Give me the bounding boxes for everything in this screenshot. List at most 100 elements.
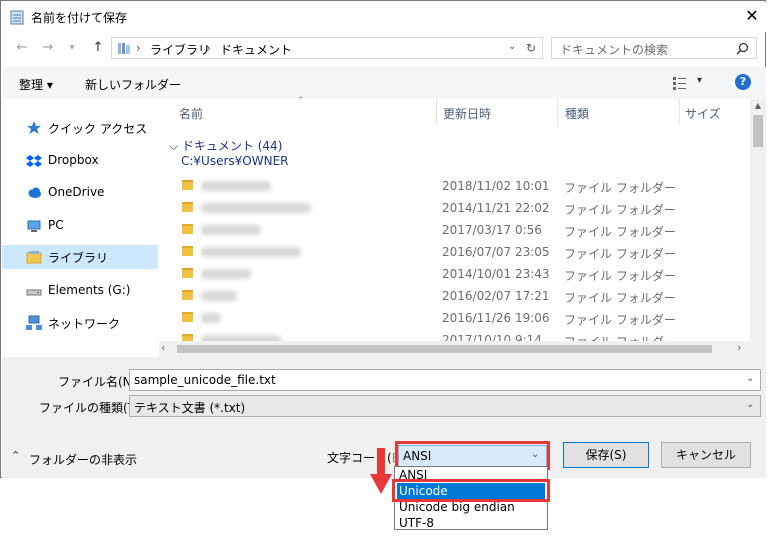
folder-icon bbox=[182, 180, 193, 190]
file-date: 2017/10/10 9:14 bbox=[442, 333, 542, 341]
folder-icon bbox=[182, 202, 193, 212]
sidebar-item-elements-drive[interactable]: Elements (G:) bbox=[2, 279, 158, 303]
cloud-icon bbox=[28, 187, 41, 198]
column-divider[interactable] bbox=[436, 99, 437, 125]
sort-ascending-icon: ⌃ bbox=[297, 96, 305, 106]
filename-input[interactable]: sample_unicode_file.txt ⌄ bbox=[129, 369, 761, 391]
blurred-filename bbox=[201, 181, 271, 191]
search-placeholder: ドキュメントの検索 bbox=[560, 43, 669, 57]
table-row[interactable]: 2018/11/02 10:01 ファイル フォルダー bbox=[171, 175, 741, 197]
address-bar[interactable]: › ライブラリ › ドキュメント ⌄ ↻ bbox=[111, 37, 543, 59]
highlight-box bbox=[392, 479, 550, 502]
blurred-filename bbox=[201, 225, 261, 235]
table-row[interactable]: 2014/11/21 22:02 ファイル フォルダー bbox=[171, 197, 741, 219]
close-icon[interactable]: ✕ bbox=[741, 5, 763, 27]
table-row[interactable]: 2017/10/10 9:14 ファイル フォルダー bbox=[171, 329, 741, 341]
organize-button[interactable]: 整理 ▾ bbox=[19, 76, 53, 93]
column-type[interactable]: 種類 bbox=[565, 105, 589, 129]
back-icon[interactable]: ← bbox=[13, 39, 31, 57]
forward-icon[interactable]: → bbox=[39, 39, 57, 57]
filename-value: sample_unicode_file.txt bbox=[134, 373, 276, 387]
file-type: ファイル フォルダー bbox=[564, 269, 676, 283]
file-type: ファイル フォルダー bbox=[564, 291, 676, 305]
sidebar-item-pc[interactable]: PC bbox=[2, 214, 158, 238]
column-divider[interactable] bbox=[557, 99, 558, 125]
save-as-dialog: 名前を付けて保存 ✕ ← → ▾ ↑ › ライブラリ › ドキュメント ⌄ ↻ … bbox=[0, 0, 766, 478]
folder-icon bbox=[182, 268, 193, 278]
file-type: ファイル フォルダー bbox=[564, 203, 676, 217]
help-icon[interactable]: ? bbox=[735, 74, 751, 90]
up-icon[interactable]: ↑ bbox=[89, 39, 107, 57]
sidebar-item-dropbox[interactable]: Dropbox bbox=[2, 149, 158, 173]
file-type: ファイル フォルダー bbox=[564, 247, 676, 261]
file-type: ファイル フォルダー bbox=[564, 313, 676, 327]
search-icon bbox=[736, 42, 749, 55]
file-date: 2017/03/17 0:56 bbox=[442, 223, 542, 237]
scrollbar-thumb[interactable] bbox=[177, 345, 712, 353]
cancel-button[interactable]: キャンセル bbox=[661, 442, 751, 468]
file-type: ファイル フォルダー bbox=[564, 181, 676, 195]
file-date: 2016/02/07 17:21 bbox=[442, 289, 550, 303]
filetype-select[interactable]: テキスト文書 (*.txt) ⌄ bbox=[129, 395, 761, 417]
library-icon bbox=[118, 43, 130, 54]
table-row[interactable]: 2016/02/07 17:21 ファイル フォルダー bbox=[171, 285, 741, 307]
encoding-option-utf8[interactable]: UTF-8 bbox=[397, 515, 545, 531]
blurred-filename bbox=[201, 269, 251, 279]
chevron-down-icon[interactable]: ⌄ bbox=[746, 373, 754, 384]
scroll-up-icon[interactable]: ▲ bbox=[750, 99, 766, 113]
sidebar-item-quick-access[interactable]: クイック アクセス bbox=[2, 116, 158, 140]
chevron-down-icon[interactable]: ▾ bbox=[697, 75, 702, 86]
view-options-icon[interactable] bbox=[672, 76, 688, 90]
group-header[interactable]: ⌵ ドキュメント (44) bbox=[169, 137, 282, 154]
breadcrumb-separator: › bbox=[136, 41, 141, 55]
group-path: C:¥Users¥OWNER bbox=[181, 154, 289, 168]
new-folder-button[interactable]: 新しいフォルダー bbox=[85, 76, 181, 93]
file-date: 2014/11/21 22:02 bbox=[442, 201, 550, 215]
save-button[interactable]: 保存(S) bbox=[563, 442, 649, 468]
file-date: 2016/07/07 23:05 bbox=[442, 245, 550, 259]
filetype-value: テキスト文書 (*.txt) bbox=[134, 401, 246, 415]
library-icon bbox=[26, 251, 42, 264]
pc-icon bbox=[27, 220, 41, 232]
option-label: UTF-8 bbox=[399, 516, 434, 530]
star-icon bbox=[27, 121, 41, 134]
folder-icon bbox=[182, 246, 193, 256]
chevron-down-icon[interactable]: ▾ bbox=[63, 39, 81, 57]
column-date[interactable]: 更新日時 bbox=[443, 105, 491, 129]
horizontal-scrollbar[interactable]: ‹ › bbox=[159, 341, 750, 357]
table-row[interactable]: 2014/10/01 23:43 ファイル フォルダー bbox=[171, 263, 741, 285]
sidebar-item-onedrive[interactable]: OneDrive bbox=[2, 181, 158, 205]
chevron-up-icon[interactable]: ⌃ bbox=[11, 449, 20, 462]
sidebar-item-network[interactable]: ネットワーク bbox=[2, 311, 158, 335]
table-row[interactable]: 2016/07/07 23:05 ファイル フォルダー bbox=[171, 241, 741, 263]
file-date: 2018/11/02 10:01 bbox=[442, 179, 550, 193]
group-label: ドキュメント (44) bbox=[181, 139, 283, 153]
folder-icon bbox=[182, 312, 193, 322]
breadcrumb-libraries[interactable]: ライブラリ bbox=[150, 41, 210, 58]
scroll-left-icon[interactable]: ‹ bbox=[161, 341, 165, 354]
folder-icon bbox=[182, 224, 193, 234]
table-row[interactable]: 2017/03/17 0:56 ファイル フォルダー bbox=[171, 219, 741, 241]
breadcrumb-separator: › bbox=[206, 41, 211, 55]
file-type: ファイル フォルダー bbox=[564, 225, 676, 239]
file-date: 2014/10/01 23:43 bbox=[442, 267, 550, 281]
hide-folders-button[interactable]: フォルダーの非表示 bbox=[29, 451, 137, 468]
chevron-down-icon[interactable]: ⌄ bbox=[508, 41, 516, 52]
scroll-right-icon[interactable]: › bbox=[737, 341, 741, 354]
column-name[interactable]: 名前 bbox=[179, 105, 203, 129]
file-date: 2016/11/26 19:06 bbox=[442, 311, 550, 325]
network-icon bbox=[26, 315, 42, 330]
chevron-down-icon[interactable]: ⌄ bbox=[746, 399, 754, 410]
column-size[interactable]: サイズ bbox=[685, 105, 721, 129]
table-row[interactable]: 2016/11/26 19:06 ファイル フォルダー bbox=[171, 307, 741, 329]
blurred-filename bbox=[201, 203, 311, 213]
refresh-icon[interactable]: ↻ bbox=[526, 41, 536, 55]
search-box[interactable]: ドキュメントの検索 bbox=[551, 37, 757, 59]
sidebar-item-libraries[interactable]: ライブラリ bbox=[2, 245, 158, 269]
vertical-scrollbar[interactable]: ▲ bbox=[750, 99, 766, 357]
scrollbar-thumb[interactable] bbox=[753, 115, 763, 147]
breadcrumb-documents[interactable]: ドキュメント bbox=[220, 41, 292, 58]
column-divider[interactable] bbox=[679, 99, 680, 125]
folder-icon bbox=[182, 290, 193, 300]
folder-icon bbox=[182, 334, 193, 341]
